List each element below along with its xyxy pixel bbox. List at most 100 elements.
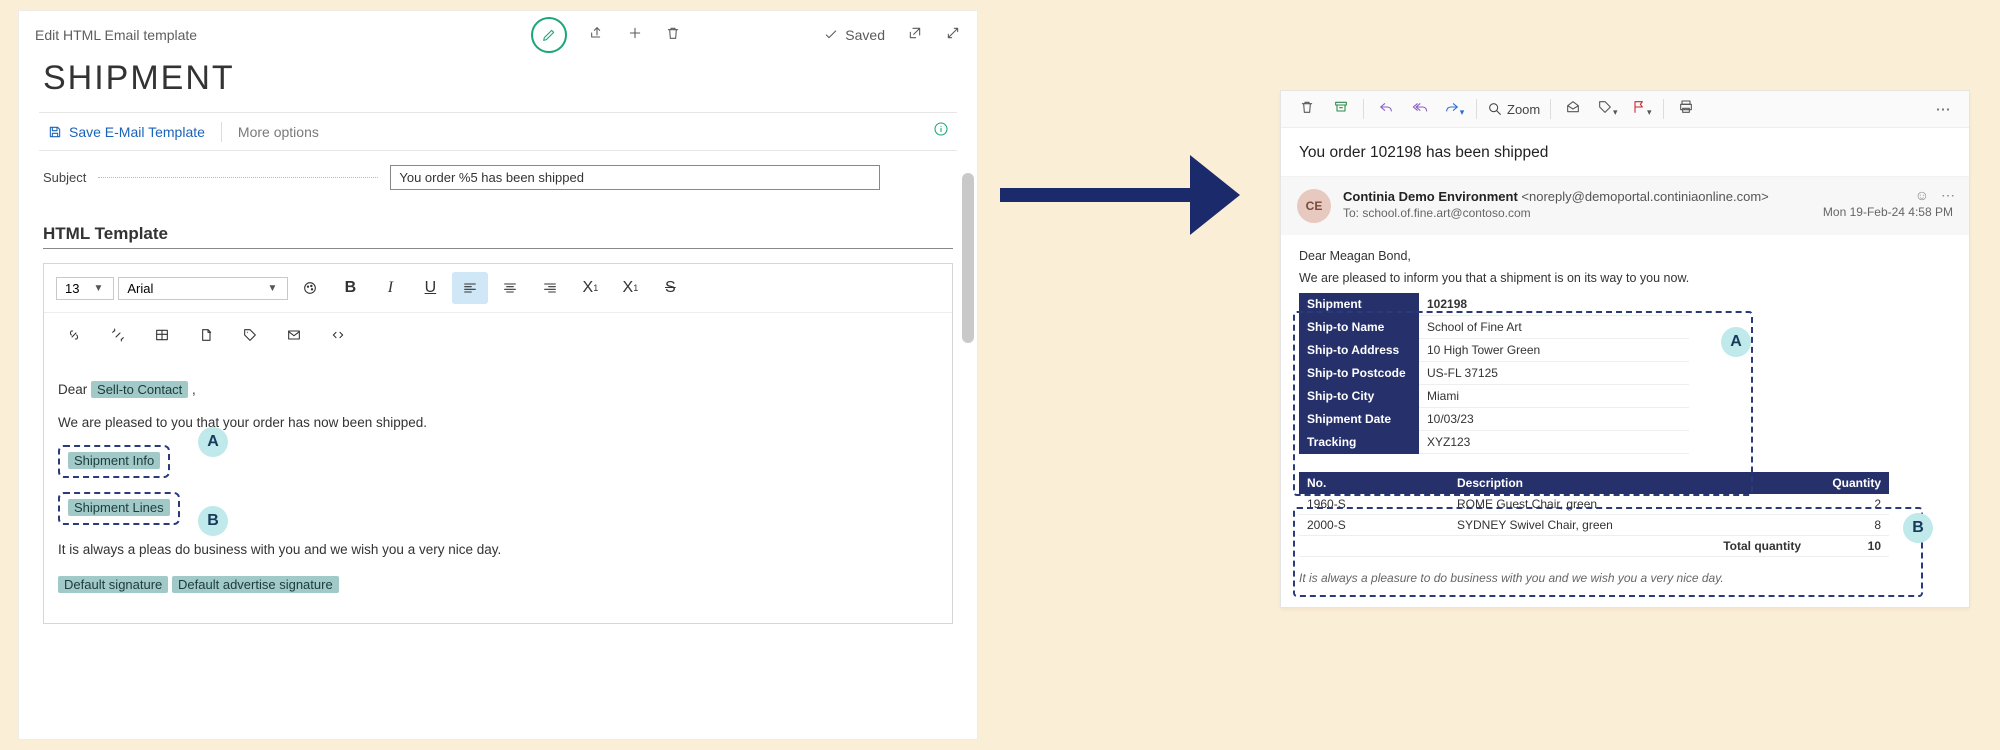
- unlink-icon: [110, 327, 126, 343]
- mail-category-button[interactable]: ▾: [1595, 99, 1619, 119]
- align-left-button[interactable]: [452, 272, 488, 304]
- check-icon: [823, 27, 839, 43]
- callout-badge-a: A: [1721, 327, 1751, 357]
- align-right-button[interactable]: [532, 272, 568, 304]
- mail-archive-button[interactable]: [1329, 99, 1353, 119]
- default-signature-chip[interactable]: Default signature: [58, 576, 168, 593]
- greeting-prefix: Dear: [58, 382, 87, 397]
- shipment-info-chip[interactable]: Shipment Info: [68, 452, 160, 469]
- mail-print-button[interactable]: [1674, 99, 1698, 119]
- closing-prefix: It is always a pleas: [58, 542, 171, 557]
- flag-icon: [1631, 99, 1647, 115]
- palette-icon: [302, 280, 318, 296]
- react-button[interactable]: ☺: [1915, 187, 1929, 204]
- mail-toolbar: ▾ Zoom ▾ ▾ ⋯: [1281, 91, 1969, 128]
- action-bar: Save E-Mail Template More options: [39, 112, 957, 151]
- shipment-lines-placeholder: Shipment Lines: [58, 492, 180, 525]
- pencil-icon: [541, 27, 557, 43]
- greeting-suffix: ,: [188, 382, 196, 397]
- unlink-button[interactable]: [100, 319, 136, 351]
- align-center-button[interactable]: [492, 272, 528, 304]
- mail-reply-all-button[interactable]: [1408, 99, 1432, 119]
- divider: [1663, 99, 1664, 119]
- font-color-button[interactable]: [292, 272, 328, 304]
- reply-icon: [1378, 99, 1394, 115]
- html-template-heading: HTML Template: [43, 224, 953, 249]
- trash-icon: [665, 25, 681, 41]
- share-button[interactable]: [589, 25, 605, 46]
- popout-button[interactable]: [907, 25, 923, 46]
- mail-reply-button[interactable]: [1374, 99, 1398, 119]
- new-button[interactable]: [627, 25, 643, 46]
- subject-input[interactable]: [390, 165, 880, 190]
- bold-button[interactable]: B: [332, 272, 368, 304]
- trash-icon: [1299, 99, 1315, 115]
- shipment-lines-chip[interactable]: Shipment Lines: [68, 499, 170, 516]
- align-right-icon: [542, 280, 558, 296]
- callout-badge-a: A: [198, 427, 228, 457]
- file-button[interactable]: [188, 319, 224, 351]
- source-button[interactable]: [320, 319, 356, 351]
- saved-label: Saved: [845, 27, 885, 43]
- chevron-down-icon: ▼: [93, 283, 103, 294]
- print-icon: [1678, 99, 1694, 115]
- default-advertise-signature-chip[interactable]: Default advertise signature: [172, 576, 339, 593]
- save-icon: [47, 124, 63, 140]
- subscript-button[interactable]: X1: [612, 272, 648, 304]
- insert-email-button[interactable]: [276, 319, 312, 351]
- delete-button[interactable]: [665, 25, 681, 46]
- mail-intro: We are pleased to inform you that a ship…: [1299, 271, 1951, 285]
- strikethrough-button[interactable]: S: [652, 272, 688, 304]
- mail-more-button[interactable]: ⋯: [1931, 100, 1955, 118]
- underline-button[interactable]: U: [412, 272, 448, 304]
- info-button[interactable]: [933, 121, 949, 142]
- mail-flag-button[interactable]: ▾: [1629, 99, 1653, 119]
- closing-line: It is always a pleas do business with yo…: [58, 539, 938, 562]
- annotation-box-b: [1293, 507, 1923, 597]
- template-editor-window: Edit HTML Email template Saved: [18, 10, 978, 740]
- superscript-button[interactable]: X1: [572, 272, 608, 304]
- code-icon: [330, 327, 346, 343]
- sell-to-contact-chip[interactable]: Sell-to Contact: [91, 381, 188, 398]
- mail-delete-button[interactable]: [1295, 99, 1319, 119]
- mail-header-more[interactable]: ⋯: [1941, 187, 1955, 204]
- from-name: Continia Demo Environment: [1343, 189, 1518, 204]
- table-icon: [154, 327, 170, 343]
- save-template-button[interactable]: Save E-Mail Template: [47, 124, 205, 140]
- edit-mode-button[interactable]: [531, 17, 567, 53]
- mail-header: CE Continia Demo Environment <noreply@de…: [1281, 177, 1969, 235]
- mail-mark-read-button[interactable]: [1561, 99, 1585, 119]
- more-options-link[interactable]: More options: [238, 124, 319, 140]
- col-qty: Quantity: [1809, 472, 1889, 494]
- font-size-select[interactable]: 13 ▼: [56, 277, 114, 300]
- reply-all-icon: [1412, 99, 1428, 115]
- info-icon: [933, 121, 949, 137]
- subject-label: Subject: [43, 170, 86, 185]
- mail-greeting: Dear Meagan Bond,: [1299, 249, 1951, 263]
- breadcrumb: Edit HTML Email template: [35, 27, 197, 43]
- font-family-select[interactable]: Arial ▼: [118, 277, 288, 300]
- link-button[interactable]: [56, 319, 92, 351]
- intro-prefix: We are pleased to: [58, 415, 171, 430]
- zoom-control[interactable]: Zoom: [1487, 101, 1540, 117]
- expand-button[interactable]: [945, 25, 961, 46]
- field-dots: [98, 177, 378, 178]
- header-tools: Saved: [281, 17, 961, 53]
- envelope-icon: [286, 327, 302, 343]
- from-line: Continia Demo Environment <noreply@demop…: [1343, 189, 1769, 204]
- table-button[interactable]: [144, 319, 180, 351]
- tag-button[interactable]: [232, 319, 268, 351]
- divider: [1363, 99, 1364, 119]
- mail-forward-button[interactable]: ▾: [1442, 99, 1466, 119]
- scrollbar[interactable]: [962, 173, 974, 343]
- subject-row: Subject: [43, 165, 953, 190]
- editor-body[interactable]: Dear Sell-to Contact , We are pleased to…: [44, 361, 952, 623]
- callout-badge-b: B: [198, 506, 228, 536]
- arrow-graphic: [990, 120, 1250, 270]
- mail-subject: You order 102198 has been shipped: [1281, 128, 1969, 177]
- italic-button[interactable]: I: [372, 272, 408, 304]
- popout-icon: [907, 25, 923, 41]
- align-left-icon: [462, 280, 478, 296]
- font-family-value: Arial: [127, 281, 153, 296]
- expand-icon: [945, 25, 961, 41]
